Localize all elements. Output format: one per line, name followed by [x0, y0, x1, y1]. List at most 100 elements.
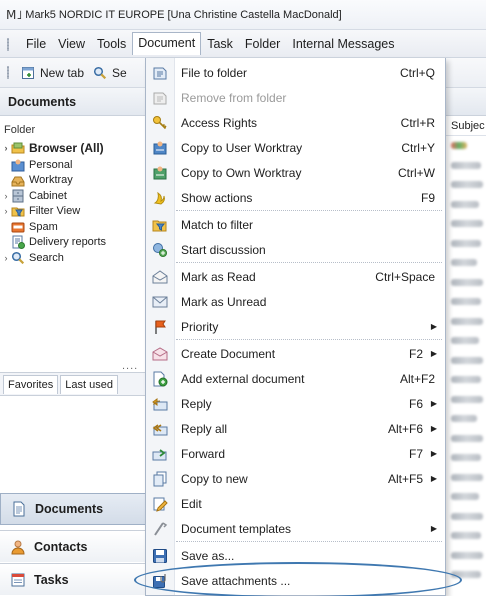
blurred-text: [451, 532, 481, 540]
list-item[interactable]: [446, 507, 486, 527]
menu-tools[interactable]: Tools: [91, 33, 132, 55]
create-document-icon: [152, 346, 168, 362]
list-item[interactable]: [446, 195, 486, 215]
menu-item-label: Mark as Read: [181, 269, 256, 284]
blurred-text: [451, 220, 483, 228]
list-item[interactable]: [446, 292, 486, 312]
menu-item-start-discussion[interactable]: Start discussion: [146, 237, 445, 262]
priority-icon: [152, 319, 168, 335]
nav-tasks-button[interactable]: Tasks: [0, 563, 147, 595]
blurred-text: [451, 551, 483, 559]
tree-item-delivery-reports[interactable]: Delivery reports: [0, 235, 146, 251]
search-button[interactable]: Se: [92, 65, 127, 81]
list-item[interactable]: [446, 214, 486, 234]
list-item[interactable]: [446, 546, 486, 566]
submenu-arrow-icon: ▶: [430, 349, 437, 358]
menu-item-label: Priority: [181, 319, 219, 334]
expand-icon[interactable]: ›: [1, 191, 11, 201]
nav-contacts-button[interactable]: Contacts: [0, 530, 147, 562]
list-item[interactable]: [446, 429, 486, 449]
list-item[interactable]: [446, 448, 486, 468]
menu-item-save-as[interactable]: Save as...: [146, 543, 445, 568]
column-header-subject[interactable]: Subjec: [446, 116, 486, 136]
list-item[interactable]: [446, 273, 486, 293]
tab-last-used[interactable]: Last used: [60, 374, 118, 394]
menu-item-reply-all[interactable]: Reply all Alt+F6 ▶: [146, 416, 445, 441]
menu-item-match-to-filter[interactable]: Match to filter: [146, 212, 445, 237]
list-item[interactable]: [446, 526, 486, 546]
menu-item-copy-to-user-worktray[interactable]: Copy to User Worktray Ctrl+Y: [146, 135, 445, 160]
list-item[interactable]: [446, 565, 486, 585]
tree-item-search[interactable]: › Search: [0, 250, 146, 266]
menu-item-mark-as-unread[interactable]: Mark as Unread: [146, 289, 445, 314]
list-item[interactable]: [446, 351, 486, 371]
nav-label: Documents: [35, 502, 104, 516]
list-item[interactable]: [446, 136, 486, 156]
menu-item-label: Create Document: [181, 346, 276, 361]
menu-item-file-to-folder[interactable]: File to folder Ctrl+Q: [146, 60, 445, 85]
tree-item-browser-all[interactable]: › Browser (All): [0, 139, 146, 157]
blurred-text: [451, 454, 481, 462]
match-to-filter-icon: [152, 217, 168, 233]
menu-item-priority[interactable]: Priority ▶: [146, 314, 445, 339]
list-item[interactable]: [446, 487, 486, 507]
tree-item-spam[interactable]: Spam: [0, 219, 146, 235]
menu-item-label: Add external document: [181, 371, 305, 386]
menu-task[interactable]: Task: [201, 33, 239, 55]
folder-tree: › Browser (All) Personal Worktray › Cabi…: [0, 139, 146, 266]
menu-item-show-actions[interactable]: Show actions F9: [146, 185, 445, 210]
list-item[interactable]: [446, 312, 486, 332]
blurred-text: [451, 239, 481, 247]
tree-label: Cabinet: [29, 189, 67, 202]
menu-item-add-external-document[interactable]: Add external document Alt+F2: [146, 366, 445, 391]
list-item[interactable]: [446, 156, 486, 176]
list-item[interactable]: [446, 390, 486, 410]
expand-icon[interactable]: ›: [1, 143, 11, 153]
menu-item-save-attachments[interactable]: Save attachments ...: [146, 568, 445, 593]
tree-item-cabinet[interactable]: › Cabinet: [0, 188, 146, 204]
menu-item-label: Copy to new: [181, 471, 248, 486]
blurred-text: [451, 337, 479, 345]
tree-item-worktray[interactable]: Worktray: [0, 173, 146, 189]
blurred-text: [451, 376, 481, 384]
menu-item-copy-to-new[interactable]: Copy to new Alt+F5 ▶: [146, 466, 445, 491]
list-item[interactable]: [446, 468, 486, 488]
nav-label: Tasks: [34, 572, 69, 587]
menu-item-access-rights[interactable]: Access Rights Ctrl+R: [146, 110, 445, 135]
window-title: Mark5 NORDIC IT EUROPE [Una Christine Ca…: [25, 8, 342, 21]
menu-item-remove-from-folder[interactable]: Remove from folder: [146, 85, 445, 110]
menu-item-create-document[interactable]: Create Document F2 ▶: [146, 341, 445, 366]
new-tab-button[interactable]: New tab: [20, 65, 84, 81]
blurred-text: [451, 493, 479, 501]
tasks-icon: [10, 572, 26, 588]
menu-item-edit[interactable]: Edit: [146, 491, 445, 516]
nav-label: Contacts: [34, 539, 88, 554]
menu-item-forward[interactable]: Forward F7 ▶: [146, 441, 445, 466]
tree-item-personal[interactable]: Personal: [0, 157, 146, 173]
menu-item-document-templates[interactable]: Document templates ▶: [146, 516, 445, 541]
list-item[interactable]: [446, 409, 486, 429]
search-icon: [92, 65, 108, 81]
list-item[interactable]: [446, 331, 486, 351]
expand-icon[interactable]: ›: [1, 253, 11, 263]
list-item[interactable]: [446, 234, 486, 254]
tree-item-filter-view[interactable]: › Filter View: [0, 204, 146, 220]
list-item[interactable]: [446, 175, 486, 195]
menu-item-shortcut: Alt+F5: [387, 471, 423, 486]
menu-folder[interactable]: Folder: [239, 33, 286, 55]
menu-document[interactable]: Document: [132, 32, 202, 55]
menu-internal-messages[interactable]: Internal Messages: [286, 33, 400, 55]
blurred-text: [451, 278, 483, 286]
expand-icon[interactable]: ›: [1, 206, 11, 216]
list-item[interactable]: [446, 370, 486, 390]
menu-view[interactable]: View: [52, 33, 91, 55]
menu-item-label: Show actions: [181, 190, 253, 205]
menu-file[interactable]: File: [20, 33, 52, 55]
nav-documents-button[interactable]: Documents: [0, 493, 147, 525]
menu-item-reply[interactable]: Reply F6 ▶: [146, 391, 445, 416]
submenu-arrow-icon: ▶: [430, 424, 437, 433]
tab-favorites[interactable]: Favorites: [3, 374, 59, 394]
menu-item-mark-as-read[interactable]: Mark as Read Ctrl+Space: [146, 264, 445, 289]
menu-item-copy-to-own-worktray[interactable]: Copy to Own Worktray Ctrl+W: [146, 160, 445, 185]
list-item[interactable]: [446, 253, 486, 273]
